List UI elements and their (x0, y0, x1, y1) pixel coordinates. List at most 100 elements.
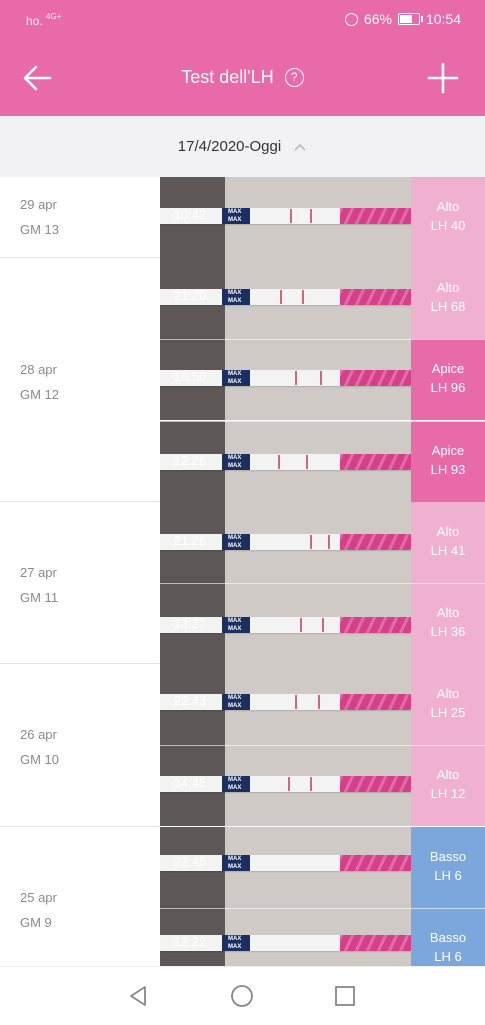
date-label: 25 apr (20, 889, 57, 905)
test-line (322, 617, 324, 632)
test-row[interactable]: MAX MAX 14:45 Alto LH 12 (160, 745, 485, 827)
test-row[interactable]: MAX MAX 21:20 Alto LH 68 (160, 258, 485, 340)
add-test-button[interactable] (425, 60, 461, 96)
lh-level-label: Apice (431, 361, 465, 377)
strip-handle: MAX MAX (222, 934, 250, 951)
page-title: Test dell'LH ? (0, 67, 485, 88)
lh-value: LH 41 (430, 542, 466, 558)
nav-home-icon[interactable] (228, 982, 256, 1010)
test-row[interactable]: MAX MAX 12:22 Basso LH 6 (160, 907, 485, 966)
test-time: 10:42 (173, 207, 207, 222)
date-group: 26 apr GM 10 MAX MAX 22:43 Alto LH 25 MAX MAX 14:… (0, 664, 485, 827)
strip-handle: MAX MAX (222, 616, 250, 633)
row-divider (160, 339, 485, 341)
test-line (310, 534, 312, 549)
date-group: 25 apr GM 9 MAX MAX 22:45 Basso LH 6 MAX MAX 12:2… (0, 826, 485, 966)
lh-level-badge: Apice LH 96 (411, 339, 485, 421)
test-time: 22:45 (173, 853, 207, 869)
network-type: 4G+ (46, 12, 62, 21)
battery-percent: 66% (363, 11, 392, 27)
test-row[interactable]: MAX MAX 13:27 Alto LH 36 (160, 582, 485, 664)
page-title-text: Test dell'LH (181, 67, 274, 87)
test-row[interactable]: MAX MAX 16:50 Apice LH 96 (160, 339, 485, 421)
lh-level-badge: Alto LH 25 (411, 664, 485, 746)
date-label: 29 apr (20, 197, 57, 212)
test-line (288, 777, 290, 792)
app-bar: Test dell'LH ? (0, 40, 485, 116)
plus-icon (427, 62, 459, 94)
date-label: 27 apr (20, 564, 57, 580)
nav-recents-icon[interactable] (331, 982, 359, 1010)
lh-level-badge: Basso LH 6 (411, 826, 485, 908)
lh-value: LH 25 (430, 705, 466, 721)
strip-handle: MAX MAX (222, 776, 250, 793)
row-divider (160, 907, 485, 909)
lh-level-badge: Basso LH 6 (411, 907, 485, 966)
test-row[interactable]: MAX MAX 22:43 Alto LH 25 (160, 664, 485, 746)
date-cell: 29 apr GM 13 (0, 177, 160, 258)
date-label: 28 apr (20, 361, 57, 377)
test-time: 21:26 (173, 532, 207, 548)
test-line (295, 695, 297, 710)
row-divider (160, 582, 485, 584)
test-time: 13:27 (173, 615, 207, 631)
nav-back-icon[interactable] (125, 982, 153, 1010)
lh-level-label: Alto (436, 199, 460, 214)
strip-handle: MAX MAX (222, 854, 250, 871)
test-line (300, 617, 302, 632)
lh-value: LH 40 (430, 218, 466, 233)
date-range-selector[interactable]: 17/4/2020-Oggi (0, 116, 485, 177)
battery-icon (397, 13, 423, 25)
test-row[interactable]: MAX MAX 12:26 Apice LH 93 (160, 420, 485, 502)
row-divider (160, 745, 485, 747)
help-icon[interactable]: ? (284, 68, 304, 87)
lh-level-label: Apice (431, 442, 465, 458)
test-line (328, 534, 330, 549)
status-right: 66% 10:54 (344, 11, 461, 27)
test-line (310, 209, 312, 223)
alarm-icon (344, 12, 358, 26)
lh-level-label: Basso (429, 929, 467, 945)
test-time: 12:26 (173, 452, 207, 468)
lh-level-badge: Alto LH 41 (411, 501, 485, 583)
date-label: 26 apr (20, 727, 57, 743)
date-cell: 26 apr GM 10 (0, 664, 160, 826)
lh-value: LH 96 (430, 380, 466, 396)
lh-level-badge: Alto LH 12 (411, 745, 485, 827)
test-time: 14:45 (173, 775, 207, 791)
lh-level-label: Basso (429, 848, 467, 864)
test-line (295, 371, 297, 386)
lh-level-label: Alto (436, 280, 460, 296)
date-cell: 25 apr GM 9 (0, 827, 160, 966)
lh-level-badge: Alto LH 36 (411, 582, 485, 664)
lh-level-badge: Alto LH 68 (411, 258, 485, 340)
date-range-label: 17/4/2020-Oggi (177, 138, 282, 155)
test-line (320, 371, 322, 386)
strip-handle: MAX MAX (222, 533, 250, 550)
chevron-up-icon (294, 143, 306, 151)
date-group: 29 apr GM 13 MAX MAX 10:42 Alto LH 40 (0, 177, 485, 259)
test-line (290, 209, 292, 223)
test-row[interactable]: MAX MAX 10:42 Alto LH 40 (160, 177, 485, 258)
test-time: 12:22 (173, 933, 207, 949)
strip-handle: MAX MAX (222, 370, 250, 387)
strip-handle: MAX MAX (222, 694, 250, 711)
lh-level-badge: Apice LH 93 (411, 420, 485, 502)
lh-level-label: Alto (436, 604, 460, 620)
test-time: 21:20 (173, 288, 207, 304)
lh-value: LH 6 (434, 867, 462, 883)
strip-handle: MAX MAX (222, 289, 250, 306)
lh-value: LH 93 (430, 461, 466, 477)
test-line (310, 777, 312, 792)
test-row[interactable]: MAX MAX 21:26 Alto LH 41 (160, 501, 485, 583)
lh-value: LH 36 (430, 623, 466, 639)
cycle-day-label: GM 10 (20, 752, 60, 768)
carrier-label: ho. 4G+ (26, 12, 61, 28)
date-group: 28 apr GM 12 MAX MAX 21:20 Alto LH 68 MAX MAX 16:… (0, 258, 485, 502)
lh-level-label: Alto (436, 523, 460, 539)
cycle-day-label: GM 12 (20, 386, 60, 402)
lh-level-label: Alto (436, 767, 460, 783)
cycle-day-label: GM 13 (20, 222, 60, 237)
test-row[interactable]: MAX MAX 22:45 Basso LH 6 (160, 826, 485, 908)
cycle-day-label: GM 9 (20, 914, 52, 930)
